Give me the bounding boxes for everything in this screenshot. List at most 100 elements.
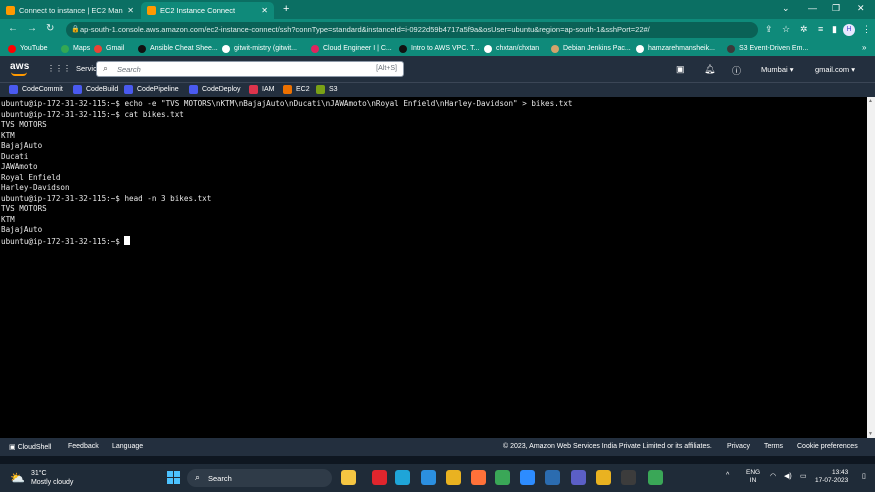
volume-icon[interactable]: ◀) [784,472,792,480]
region-selector[interactable]: Mumbai ▾ [761,65,794,74]
service-icon [283,85,292,94]
favorite-service-link[interactable]: S3 [316,85,338,94]
chrome-app-3[interactable] [596,470,611,485]
bookmark-label: Ansible Cheat Shee... [150,45,218,52]
feedback-link[interactable]: Feedback [68,443,99,450]
more-menu-icon[interactable]: ⋮ [862,24,871,35]
favorite-service-link[interactable]: EC2 [283,85,310,94]
chrome-app-1[interactable] [446,470,461,485]
file-explorer-app[interactable] [341,470,356,485]
battery-icon[interactable]: ▭ [800,472,807,480]
close-tab-icon[interactable]: ✕ [127,6,134,15]
bookmark-item[interactable]: gitwit-mistry (gitwit... [222,43,297,54]
terminal-prompt: ubuntu@ip-172-31-32-115:~$ [1,236,125,246]
aws-favicon-icon [147,6,156,15]
terminal-scrollbar[interactable]: ▲ ▼ [867,97,875,438]
tray-overflow-icon[interactable]: ^ [726,472,729,479]
bookmark-item[interactable]: Debian Jenkins Pac... [551,43,631,54]
bookmark-item[interactable]: Ansible Cheat Shee... [138,43,218,54]
new-tab-icon[interactable]: + [283,3,289,15]
clock[interactable]: 13:43 17-07-2023 [815,469,848,485]
help-icon[interactable]: ⓘ [732,64,741,77]
tab-search-icon[interactable]: ⌄ [782,3,790,14]
url-field[interactable]: 🔒 ap-south-1.console.aws.amazon.com/ec2-… [66,22,758,38]
chrome-app-2[interactable] [495,470,510,485]
side-panel-icon[interactable]: ▮ [832,24,837,35]
favorite-service-link[interactable]: CodeCommit [9,85,63,94]
terminal-line: TVS MOTORS [1,120,47,129]
opera-app[interactable] [372,470,387,485]
cloudshell-button[interactable]: ▣ CloudShell [9,443,51,451]
profile-avatar[interactable]: H [843,24,855,36]
search-icon: ⌕ [195,472,201,482]
favorite-service-link[interactable]: CodeBuild [73,85,118,94]
language-indicator[interactable]: ENG IN [746,469,760,485]
account-menu[interactable]: gmail.com ▾ [815,65,855,74]
aws-search-input[interactable]: ⌕ Search [Alt+S] [96,61,404,77]
taskbar-search[interactable]: ⌕ Search [187,469,332,487]
favorite-service-link[interactable]: IAM [249,85,274,94]
wifi-icon[interactable]: ◠ [770,472,776,480]
back-icon[interactable]: ← [8,23,18,34]
bookmark-star-icon[interactable]: ☆ [782,24,790,35]
minimize-icon[interactable]: — [808,3,817,13]
cloudshell-icon[interactable]: ▣ [676,64,685,75]
edge-app[interactable] [395,470,410,485]
close-tab-icon[interactable]: ✕ [261,6,268,15]
terminal-line: ubuntu@ip-172-31-32-115:~$ echo -e "TVS … [1,99,573,108]
bookmark-label: gitwit-mistry (gitwit... [234,45,297,52]
favorite-service-link[interactable]: CodeDeploy [189,85,241,94]
favorite-service-link[interactable]: CodePipeline [124,85,179,94]
firefox-app[interactable] [471,470,486,485]
teams-app[interactable] [571,470,586,485]
terminal-line: Harley-Davidson [1,183,70,192]
terminal-output[interactable]: ubuntu@ip-172-31-32-115:~$ echo -e "TVS … [0,97,867,438]
bookmark-label: Maps [73,45,91,52]
language-link[interactable]: Language [112,443,143,450]
scroll-down-icon[interactable]: ▼ [868,431,873,437]
service-icon [73,85,82,94]
bookmark-item[interactable]: hamzarehmansheik... [636,43,715,54]
notifications-bell-icon[interactable]: 🔔︎ [704,64,715,75]
notification-icon[interactable]: ▯ [862,472,866,480]
scroll-up-icon[interactable]: ▲ [868,98,873,104]
bookmark-label: YouTube [20,45,48,52]
chrome-app-4[interactable] [648,470,663,485]
bookmarks-overflow-icon[interactable]: » [862,43,866,52]
cloudshell-label: CloudShell [17,444,52,451]
terminal-line: TVS MOTORS [1,204,47,213]
bookmark-item[interactable]: Cloud Engineer I | C... [311,43,392,54]
aws-logo-text: aws [10,61,30,72]
bookmark-favicon-icon [484,44,492,53]
share-icon[interactable]: ⇪ [765,24,773,35]
lang-line1: ENG [746,469,761,476]
bookmark-item[interactable]: YouTube [8,43,48,54]
terminal-prompt-line[interactable]: ubuntu@ip-172-31-32-115:~$ [1,235,867,248]
weather-widget[interactable]: ⛅ 31°C Mostly cloudy [10,469,73,487]
reload-icon[interactable]: ↻ [46,23,54,34]
forward-icon[interactable]: → [27,23,37,34]
bookmark-item[interactable]: S3 Event-Driven Em... [727,43,808,54]
tab-connect-to-instance[interactable]: Connect to instance | EC2 Manag ✕ [0,2,140,19]
mail-app[interactable] [545,470,560,485]
bookmark-item[interactable]: Intro to AWS VPC. T... [399,43,479,54]
close-window-icon[interactable]: ✕ [857,3,865,14]
menu-list-icon[interactable]: ≡ [818,24,823,34]
bookmark-item[interactable]: Maps [61,43,90,54]
favorite-label: IAM [262,86,275,93]
bookmark-favicon-icon [551,44,559,53]
maximize-icon[interactable]: ❐ [832,3,840,14]
terminal-app[interactable] [621,470,636,485]
bookmark-item[interactable]: chxtan/chxtan [484,43,539,54]
start-button[interactable] [167,471,180,484]
vscode-app[interactable] [421,470,436,485]
tab-ec2-instance-connect[interactable]: EC2 Instance Connect ✕ [141,2,274,19]
aws-logo[interactable]: aws [10,61,30,76]
zoom-app[interactable] [520,470,535,485]
bookmark-item[interactable]: Gmail [94,43,124,54]
copyright-text: © 2023, Amazon Web Services India Privat… [503,443,712,450]
terms-link[interactable]: Terms [764,443,783,450]
cookie-preferences-link[interactable]: Cookie preferences [797,443,858,450]
privacy-link[interactable]: Privacy [727,443,750,450]
extensions-icon[interactable]: ✲ [800,24,808,35]
